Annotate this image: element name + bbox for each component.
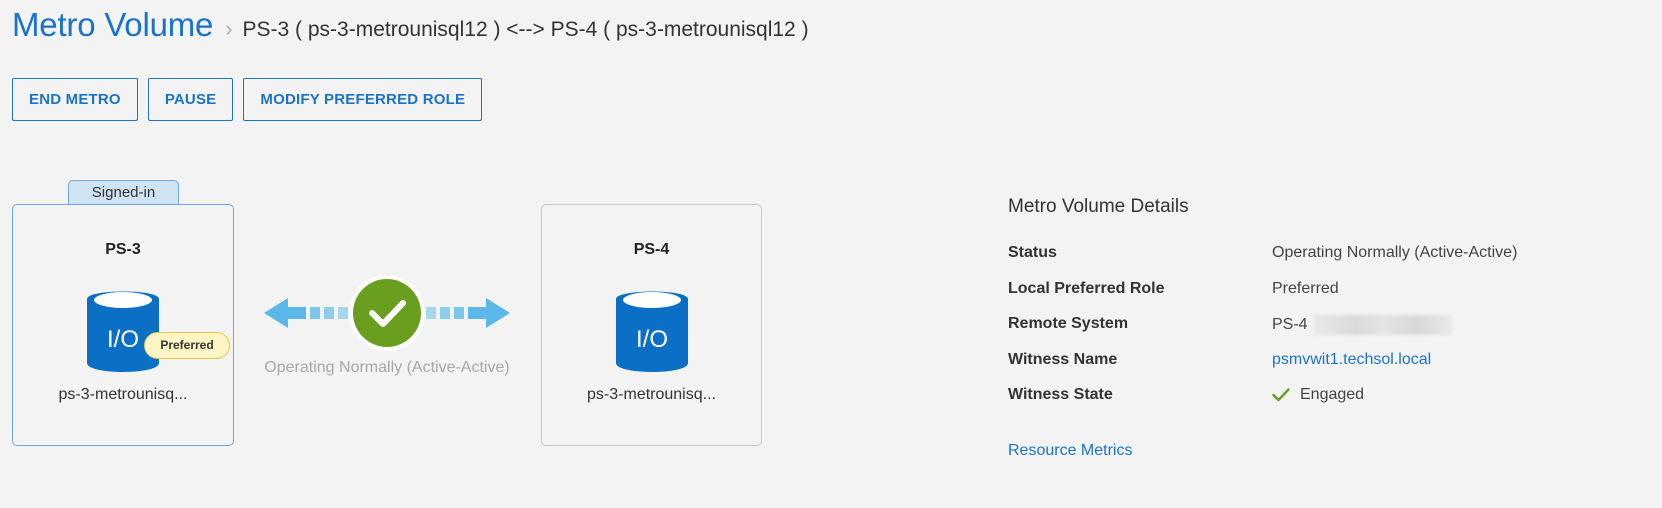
- redacted-address: [1313, 315, 1452, 335]
- check-icon: [1272, 388, 1290, 402]
- end-metro-button[interactable]: END METRO: [12, 78, 138, 121]
- pause-button[interactable]: PAUSE: [147, 78, 234, 121]
- detail-label: Status: [1008, 244, 1057, 261]
- page-header: Metro Volume › PS-3 ( ps-3-metrounisql12…: [12, 6, 809, 44]
- replication-link: [264, 276, 510, 351]
- remote-volume-name[interactable]: ps-3-metrounisq...: [542, 386, 761, 404]
- preferred-badge: Preferred: [144, 332, 230, 359]
- link-status-text: Operating Normally (Active-Active): [264, 359, 510, 376]
- local-volume-name[interactable]: ps-3-metrounisq...: [13, 386, 233, 404]
- detail-label: Witness Name: [1008, 350, 1118, 368]
- check-circle-icon: [349, 276, 425, 351]
- detail-row-local-preferred-role: Local Preferred Role Preferred: [1008, 280, 1662, 316]
- detail-row-status: Status Operating Normally (Active-Active…: [1008, 244, 1662, 280]
- details-title: Metro Volume Details: [1008, 196, 1189, 217]
- detail-row-witness-state: Witness State Engaged: [1008, 386, 1662, 422]
- database-io-icon: I/O: [616, 291, 688, 372]
- detail-row-witness-name: Witness Name psmvwit1.techsol.local: [1008, 351, 1662, 387]
- witness-state-value: Engaged: [1300, 386, 1365, 403]
- modify-preferred-role-button[interactable]: MODIFY PREFERRED ROLE: [243, 78, 483, 121]
- breadcrumb: PS-3 ( ps-3-metrounisql12 ) <--> PS-4 ( …: [242, 18, 809, 41]
- chevron-right-icon: ›: [225, 16, 233, 41]
- detail-value: PS-4: [1272, 315, 1452, 335]
- detail-value: Engaged: [1272, 386, 1364, 404]
- left-arrow-icon: [264, 298, 348, 328]
- page-title[interactable]: Metro Volume: [12, 6, 213, 44]
- remote-system-card: PS-4 I/O ps-3-metrounisq...: [541, 204, 762, 446]
- metro-volume-details: Metro Volume Details Status Operating No…: [1008, 196, 1662, 422]
- right-arrow-icon: [426, 298, 510, 328]
- signed-in-tab: Signed-in: [68, 180, 179, 205]
- remote-system-value: PS-4: [1272, 316, 1308, 333]
- database-io-icon: I/O: [87, 291, 159, 372]
- io-label: I/O: [107, 326, 139, 353]
- witness-name-link[interactable]: psmvwit1.techsol.local: [1272, 351, 1431, 369]
- detail-value: Preferred: [1272, 279, 1339, 297]
- action-toolbar: END METRO PAUSE MODIFY PREFERRED ROLE: [12, 78, 483, 121]
- io-label: I/O: [636, 326, 668, 353]
- local-system-card: PS-3 I/O ps-3-metrounisq...: [12, 204, 234, 446]
- remote-system-name: PS-4: [633, 241, 670, 258]
- resource-metrics-link[interactable]: Resource Metrics: [1008, 442, 1132, 460]
- detail-row-remote-system: Remote System PS-4: [1008, 315, 1662, 351]
- detail-label: Local Preferred Role: [1008, 279, 1165, 297]
- detail-label: Remote System: [1008, 315, 1129, 332]
- detail-value: Operating Normally (Active-Active): [1272, 244, 1518, 261]
- detail-label: Witness State: [1008, 386, 1113, 403]
- local-system-name: PS-3: [105, 241, 141, 258]
